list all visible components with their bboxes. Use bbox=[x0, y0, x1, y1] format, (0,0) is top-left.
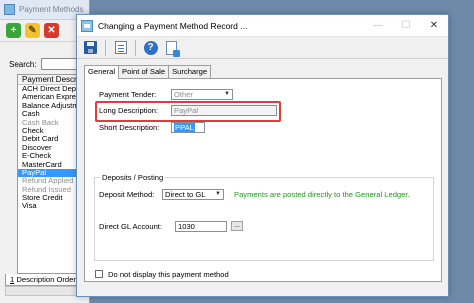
search-area: Search: bbox=[9, 58, 81, 70]
help-button[interactable]: ? bbox=[141, 39, 160, 57]
direct-gl-account-field[interactable]: 1030 bbox=[175, 221, 227, 232]
save-icon bbox=[84, 41, 97, 54]
dialog-toolbar: ? bbox=[77, 37, 448, 59]
chevron-down-icon: ▼ bbox=[215, 191, 221, 197]
short-description-value: PPAL bbox=[174, 123, 195, 132]
minimize-button[interactable]: — bbox=[364, 15, 392, 37]
change-payment-method-dialog: Changing a Payment Method Record ... — ☐… bbox=[76, 14, 449, 297]
window-controls: — ☐ ✕ bbox=[364, 15, 448, 37]
deposits-posting-group: Deposits / Posting Deposit Method: Direc… bbox=[94, 173, 434, 261]
short-description-field[interactable]: PPAL bbox=[171, 122, 205, 133]
close-button[interactable]: ✕ bbox=[420, 15, 448, 37]
dialog-app-icon bbox=[81, 19, 93, 32]
maximize-button[interactable]: ☐ bbox=[392, 15, 420, 37]
document-icon bbox=[166, 40, 180, 57]
add-icon[interactable]: + bbox=[6, 23, 21, 38]
tab-general[interactable]: General bbox=[84, 65, 120, 79]
deposit-method-label: Deposit Method: bbox=[99, 190, 155, 199]
deposits-posting-title: Deposits / Posting bbox=[100, 173, 166, 182]
highlight-annotation-box bbox=[95, 101, 281, 122]
general-tab-panel: Payment Tender: Other ▼ Long Description… bbox=[84, 78, 442, 282]
payment-tender-label: Payment Tender: bbox=[99, 90, 157, 99]
deposit-method-note: Payments are posted directly to the Gene… bbox=[234, 190, 410, 199]
hide-payment-method-label: Do not display this payment method bbox=[108, 270, 229, 279]
document-button[interactable] bbox=[162, 39, 181, 57]
description-order-tab-label: Description Order bbox=[16, 275, 76, 284]
tab-point-of-sale[interactable]: Point of Sale bbox=[118, 65, 170, 78]
deposit-method-select[interactable]: Direct to GL ▼ bbox=[162, 189, 224, 200]
deposit-method-value: Direct to GL bbox=[165, 190, 206, 199]
dialog-title: Changing a Payment Method Record ... bbox=[98, 20, 248, 31]
description-order-tab-number: 1 bbox=[10, 275, 15, 284]
payment-methods-title: Payment Methods bbox=[19, 5, 84, 14]
hide-payment-method-checkbox[interactable] bbox=[95, 270, 103, 278]
app-icon bbox=[4, 4, 15, 15]
dialog-titlebar: Changing a Payment Method Record ... — ☐… bbox=[77, 15, 448, 37]
tab-surcharge[interactable]: Surcharge bbox=[168, 65, 212, 78]
search-input[interactable] bbox=[40, 58, 81, 70]
edit-pencil-icon[interactable]: ✎ bbox=[25, 23, 40, 38]
properties-icon bbox=[114, 41, 127, 54]
short-description-label: Short Description: bbox=[99, 123, 160, 132]
delete-icon[interactable]: ✕ bbox=[44, 23, 59, 38]
chevron-down-icon: ▼ bbox=[224, 91, 230, 97]
help-icon: ? bbox=[143, 40, 158, 55]
horizontal-scrollbar[interactable] bbox=[5, 286, 87, 296]
toolbar-separator bbox=[105, 39, 106, 56]
dialog-tabs: General Point of Sale Surcharge bbox=[84, 65, 212, 79]
payment-tender-value: Other bbox=[174, 90, 193, 99]
properties-button[interactable] bbox=[111, 39, 130, 57]
description-order-tab[interactable]: 1 Description Order bbox=[5, 274, 87, 286]
direct-gl-account-value: 1030 bbox=[178, 222, 195, 231]
save-button[interactable] bbox=[81, 39, 100, 57]
payment-tender-select[interactable]: Other ▼ bbox=[171, 89, 233, 100]
gl-account-browse-button[interactable]: ... bbox=[231, 221, 243, 231]
toolbar-separator bbox=[135, 39, 136, 56]
search-label: Search: bbox=[9, 59, 37, 69]
direct-gl-account-label: Direct GL Account: bbox=[99, 222, 163, 231]
